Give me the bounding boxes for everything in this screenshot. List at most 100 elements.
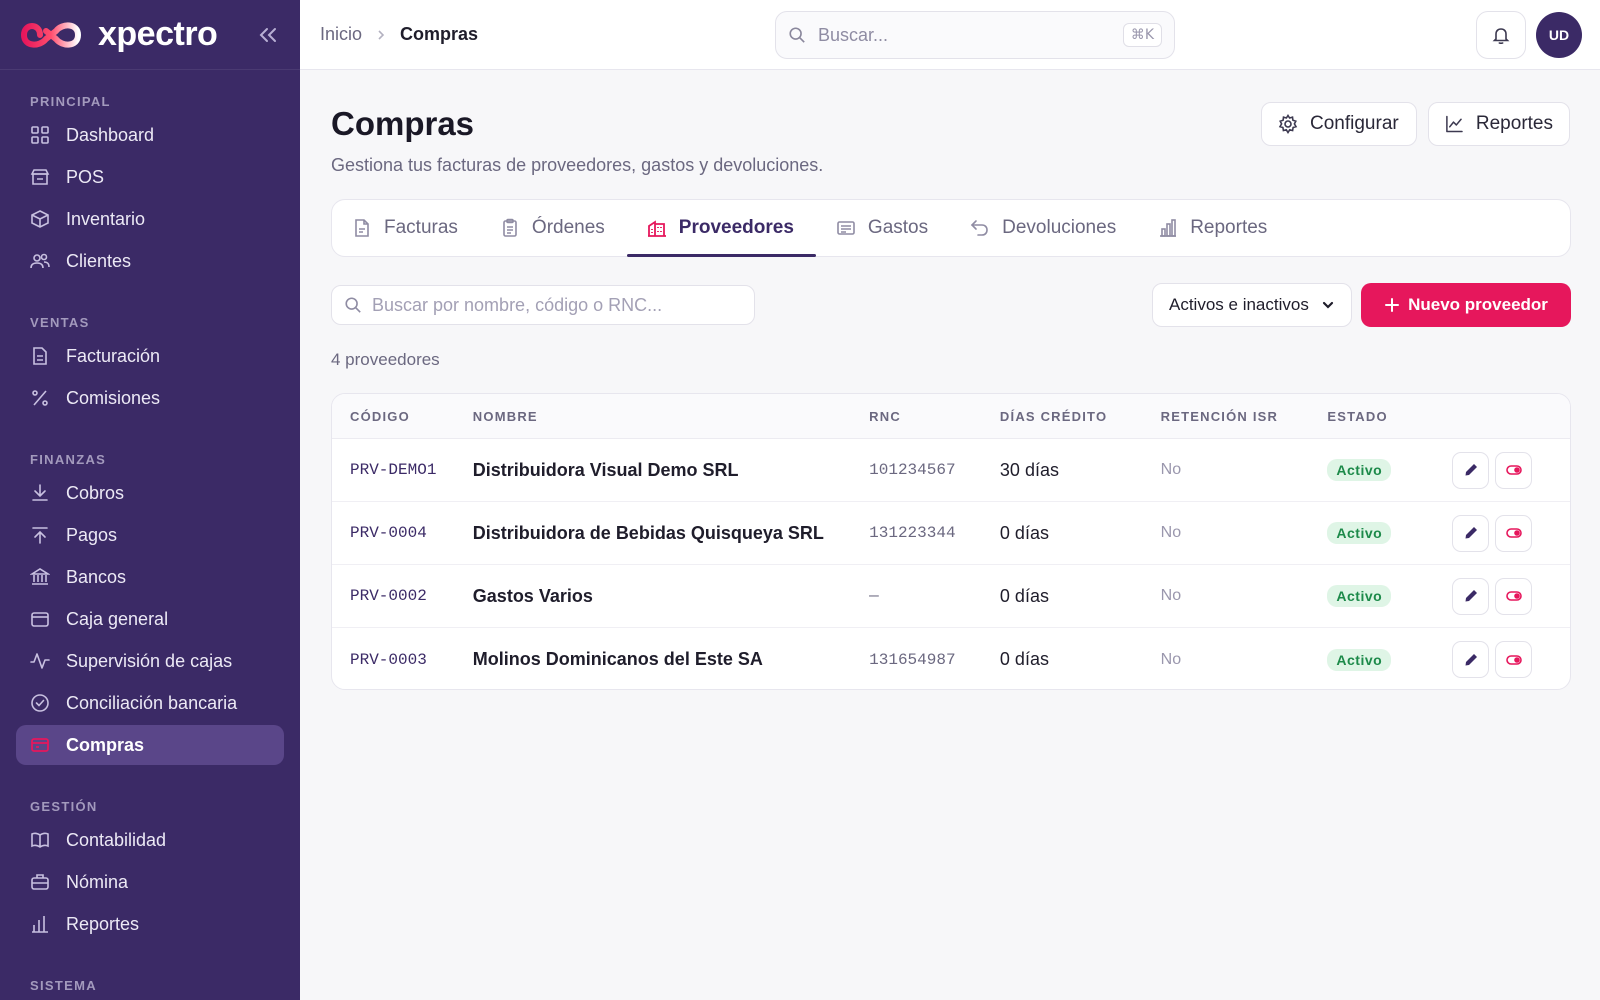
undo-icon <box>970 220 988 236</box>
table-row[interactable]: PRV-0004 Distribuidora de Bebidas Quisqu… <box>332 502 1570 565</box>
arrow-up-icon <box>32 527 48 544</box>
chevron-down-icon <box>1322 301 1334 309</box>
sidebar-item-label: Dashboard <box>66 124 155 145</box>
tab-ordenes[interactable]: Órdenes <box>500 200 627 256</box>
edit-button[interactable] <box>1452 577 1490 615</box>
tab-reportes[interactable]: Reportes <box>1158 200 1289 256</box>
sidebar-item-label: Clientes <box>66 250 132 271</box>
sidebar-item-nomina[interactable]: Nómina <box>16 862 284 902</box>
supplier-search-input[interactable] <box>372 294 742 316</box>
sidebar-item-comisiones[interactable]: Comisiones <box>16 378 284 418</box>
toggle-status-button[interactable] <box>1495 577 1533 615</box>
new-supplier-label: Nuevo proveedor <box>1408 295 1548 314</box>
toggle-status-button[interactable] <box>1495 451 1533 489</box>
table-row[interactable]: PRV-0003 Molinos Dominicanos del Este SA… <box>332 628 1570 689</box>
global-search-input[interactable] <box>818 24 1123 46</box>
nav-section-principal: PRINCIPAL <box>30 94 111 109</box>
table-row[interactable]: PRV-DEMO1 Distribuidora Visual Demo SRL … <box>332 439 1570 502</box>
line-chart-icon <box>1446 115 1463 133</box>
sidebar-item-conciliacion-bancaria[interactable]: Conciliación bancaria <box>16 683 284 723</box>
sidebar-item-label: Facturación <box>66 345 161 366</box>
cell-state: Activo <box>1327 648 1452 671</box>
arrow-down-icon <box>32 484 48 501</box>
cell-credit-days: 0 días <box>999 522 1049 543</box>
collapse-sidebar-icon[interactable] <box>256 23 280 47</box>
xpectro-logo-icon <box>20 22 82 47</box>
sidebar-item-compras[interactable]: Compras <box>16 725 284 765</box>
sidebar-item-inventario[interactable]: Inventario <box>16 199 284 239</box>
tab-label: Facturas <box>384 217 458 238</box>
tab-label: Proveedores <box>678 217 794 238</box>
col-header-code[interactable]: CÓDIGO <box>332 409 473 424</box>
cell-name: Distribuidora de Bebidas Quisqueya SRL <box>472 522 824 543</box>
brand-name: xpectro <box>98 15 218 53</box>
cell-rnc: 131654987 <box>869 650 956 669</box>
cell-isr-retention: No <box>1160 461 1182 478</box>
cell-name: Distribuidora Visual Demo SRL <box>472 459 739 480</box>
cash-box-icon <box>31 612 49 627</box>
toggle-status-button[interactable] <box>1495 641 1533 678</box>
toggle-status-button[interactable] <box>1495 514 1533 552</box>
global-search: ⌘K <box>775 11 1175 59</box>
search-shortcut-hint: ⌘K <box>1122 23 1162 47</box>
configure-button[interactable]: Configurar <box>1261 102 1417 146</box>
sidebar-item-pagos[interactable]: Pagos <box>16 515 284 555</box>
sidebar-item-label: Caja general <box>66 608 169 629</box>
edit-button[interactable] <box>1452 514 1490 552</box>
bar-chart-icon <box>32 916 48 933</box>
clipboard-icon <box>503 218 517 237</box>
search-icon <box>345 297 361 313</box>
cell-isr-retention: No <box>1160 650 1182 668</box>
col-header-name[interactable]: NOMBRE <box>473 409 869 424</box>
sidebar-item-pos[interactable]: POS <box>16 157 284 197</box>
nav-section-gestion: GESTIÓN <box>30 799 98 814</box>
cell-code: PRV-0002 <box>350 587 427 605</box>
tab-proveedores[interactable]: Proveedores <box>626 200 817 257</box>
col-header-credit-days[interactable]: DÍAS CRÉDITO <box>1000 409 1161 424</box>
tab-devoluciones[interactable]: Devoluciones <box>970 200 1138 256</box>
nav-section-ventas: VENTAS <box>30 315 90 330</box>
sidebar-item-label: Nómina <box>66 871 129 892</box>
sidebar-item-bancos[interactable]: Bancos <box>16 557 284 597</box>
sidebar-item-label: Supervisión de cajas <box>66 650 233 671</box>
sidebar-item-reportes[interactable]: Reportes <box>16 904 284 944</box>
col-header-isr-retention[interactable]: RETENCIÓN ISR <box>1161 409 1328 424</box>
tab-facturas[interactable]: Facturas <box>352 200 480 256</box>
edit-button[interactable] <box>1452 641 1490 678</box>
table-row[interactable]: PRV-0002 Gastos Varios — 0 días No Activ… <box>332 565 1570 628</box>
sidebar-item-dashboard[interactable]: Dashboard <box>16 115 284 155</box>
breadcrumb-home-link[interactable]: Inicio <box>320 24 362 45</box>
status-badge: Activo <box>1327 522 1392 544</box>
main-content: Compras Gestiona tus facturas de proveed… <box>300 71 1600 1000</box>
cell-state: Activo <box>1327 459 1452 481</box>
edit-button[interactable] <box>1452 451 1490 489</box>
col-header-state[interactable]: ESTADO <box>1327 409 1452 424</box>
col-header-rnc[interactable]: RNC <box>869 409 1000 424</box>
pencil-icon <box>1465 464 1477 476</box>
notifications-button[interactable] <box>1476 11 1526 59</box>
cell-credit-days: 30 días <box>999 459 1059 480</box>
toggle-icon <box>1505 591 1522 601</box>
tab-gastos[interactable]: Gastos <box>836 200 950 256</box>
cell-rnc: 131223344 <box>869 524 956 542</box>
sidebar-item-facturacion[interactable]: Facturación <box>16 336 284 376</box>
sidebar-item-label: Inventario <box>66 208 146 229</box>
sidebar-item-supervision-de-cajas[interactable]: Supervisión de cajas <box>16 641 284 681</box>
percent-icon <box>32 390 48 406</box>
row-actions <box>1452 577 1570 615</box>
sidebar-item-caja-general[interactable]: Caja general <box>16 599 284 639</box>
status-badge: Activo <box>1327 648 1392 671</box>
new-supplier-button[interactable]: Nuevo proveedor <box>1361 283 1571 327</box>
sidebar-item-cobros[interactable]: Cobros <box>16 473 284 513</box>
avatar[interactable]: UD <box>1536 12 1582 58</box>
reports-button[interactable]: Reportes <box>1428 102 1570 146</box>
users-icon <box>30 253 50 269</box>
sidebar-item-contabilidad[interactable]: Contabilidad <box>16 820 284 860</box>
bar-chart-icon <box>1160 219 1177 237</box>
status-badge: Activo <box>1327 459 1392 481</box>
cell-credit-days: 0 días <box>999 649 1049 669</box>
sidebar-item-clientes[interactable]: Clientes <box>16 241 284 281</box>
tabs: Facturas Órdenes Proveedores Gastos Devo… <box>331 199 1571 257</box>
sidebar-item-label: Compras <box>66 734 145 755</box>
status-filter-select[interactable]: Activos e inactivos <box>1152 283 1352 327</box>
